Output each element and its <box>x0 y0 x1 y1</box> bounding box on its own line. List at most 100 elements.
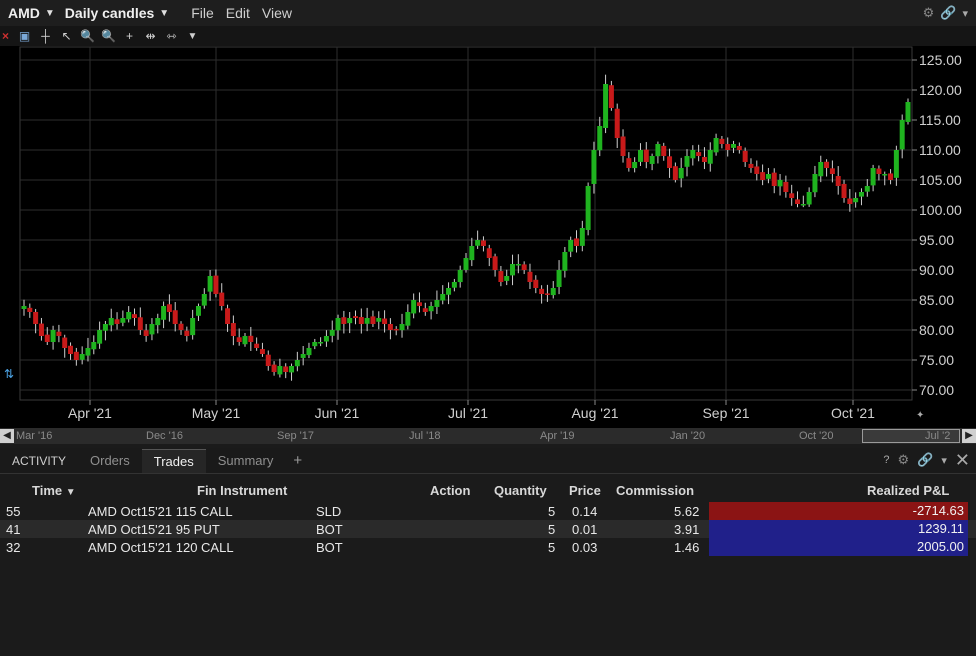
y-tick-label: 125.00 <box>919 52 962 68</box>
candle-down <box>230 323 236 336</box>
col-instrument[interactable]: Fin Instrument <box>197 483 287 498</box>
x-tick-label: Aug '21 <box>571 405 618 421</box>
candle-down <box>667 156 673 168</box>
link-icon[interactable]: 🔗 <box>940 5 956 21</box>
menu-file[interactable]: File <box>191 5 214 21</box>
dropdown-icon[interactable]: ▾ <box>941 454 947 467</box>
zoom-in-icon[interactable]: 🔍 <box>77 29 98 43</box>
options-icon[interactable]: ⇿ <box>161 29 182 43</box>
tab-activity[interactable]: ACTIVITY <box>0 449 78 473</box>
candle-up <box>905 102 911 122</box>
candle-down <box>370 316 376 324</box>
gear-icon[interactable]: ⚙ <box>898 452 910 468</box>
price-chart[interactable]: 125.00 120.00 115.00 110.00 105.00 100.00 95.0… <box>0 46 976 428</box>
candle-up <box>190 318 196 336</box>
tab-orders[interactable]: Orders <box>78 449 142 473</box>
candle-down <box>626 158 632 168</box>
chevron-down-icon[interactable]: ▼ <box>159 8 169 19</box>
x-tick-label: Jul '21 <box>448 405 488 421</box>
candle-down <box>172 310 178 324</box>
x-tick-label: Sep '21 <box>702 405 749 421</box>
candle-up <box>707 150 713 164</box>
candle-down <box>236 337 242 342</box>
candle-up <box>300 354 306 358</box>
candle-up <box>149 324 155 335</box>
symbol-selector[interactable]: AMD <box>8 5 40 21</box>
candle-down <box>533 279 539 288</box>
x-tick-label: May '21 <box>192 405 241 421</box>
text-icon[interactable]: ▣ <box>14 29 35 43</box>
table-row[interactable]: 32 AMD Oct15'21 120 CALL BOT 5 0.03 1.46… <box>0 538 976 556</box>
candle-down <box>387 323 393 330</box>
table-row[interactable]: 41 AMD Oct15'21 95 PUT BOT 5 0.01 3.91 1… <box>0 520 976 538</box>
menu-bar: AMD ▼ Daily candles ▼ File Edit View ⚙ 🔗… <box>0 0 976 26</box>
close-icon[interactable]: × <box>2 29 14 43</box>
col-action[interactable]: Action <box>430 483 470 498</box>
candle-down <box>725 144 731 150</box>
tab-trades[interactable]: Trades <box>141 449 206 473</box>
col-time[interactable]: Time ▼ <box>32 483 76 498</box>
col-commission[interactable]: Commission <box>616 483 694 498</box>
col-pnl[interactable]: Realized P&L <box>867 483 949 498</box>
zoom-out-icon[interactable]: 🔍 <box>98 29 119 43</box>
candle-down <box>527 271 533 282</box>
candle-up <box>632 162 638 169</box>
tab-summary[interactable]: Summary <box>206 449 286 473</box>
candle-down <box>574 238 579 246</box>
candle-down <box>643 149 649 162</box>
candle-down <box>829 168 835 174</box>
candle-down <box>492 256 498 270</box>
x-tick-label: Oct '21 <box>831 405 875 421</box>
candle-up <box>765 174 771 179</box>
scroll-left-icon[interactable]: ◀ <box>0 429 14 443</box>
candle-down <box>132 314 137 318</box>
candle-up <box>201 294 207 306</box>
candle-up <box>335 318 341 331</box>
candle-down <box>68 345 74 354</box>
candle-up <box>550 288 556 296</box>
candle-up <box>434 300 440 307</box>
candle-down <box>27 307 33 312</box>
candle-down <box>225 308 231 324</box>
candle-up <box>649 156 655 164</box>
col-price[interactable]: Price <box>569 483 601 498</box>
bar-chart-icon[interactable]: ┼ <box>35 29 56 43</box>
candle-down <box>114 319 120 324</box>
cell-action: BOT <box>316 540 343 555</box>
split-icon[interactable]: ⇹ <box>140 29 161 43</box>
timeline-scrollbar[interactable]: ◀ Mar '16 Dec '16 Sep '17 Jul '18 Apr '1… <box>0 428 976 444</box>
candle-down <box>166 304 172 312</box>
panel-tabs: ACTIVITY Orders Trades Summary + ? ⚙ 🔗 ▾… <box>0 448 976 474</box>
candle-up <box>812 174 818 193</box>
crosshair-icon[interactable]: + <box>119 29 140 43</box>
col-quantity[interactable]: Quantity <box>494 483 547 498</box>
candle-down <box>760 172 766 180</box>
menu-edit[interactable]: Edit <box>226 5 250 21</box>
scroll-right-icon[interactable]: ▶ <box>962 429 976 443</box>
add-tab-button[interactable]: + <box>285 449 310 473</box>
table-row[interactable]: 55 AMD Oct15'21 115 CALL SLD 5 0.14 5.62… <box>0 502 976 520</box>
candle-down <box>620 136 626 156</box>
dropdown-icon[interactable]: ▾ <box>962 7 968 20</box>
link-icon[interactable]: 🔗 <box>917 452 933 468</box>
close-icon[interactable]: ✕ <box>955 451 970 469</box>
menu-view[interactable]: View <box>262 5 292 21</box>
y-tick-label: 70.00 <box>919 382 954 398</box>
gear-icon[interactable]: ⚙ <box>923 5 935 21</box>
dropdown-icon[interactable]: ▼ <box>182 31 203 42</box>
expand-icon[interactable]: ⇅ <box>4 367 14 381</box>
candle-down <box>219 292 225 306</box>
pointer-icon[interactable]: ↖ <box>56 29 77 43</box>
candle-up <box>364 318 370 324</box>
candle-down <box>248 335 254 342</box>
candle-up <box>899 120 905 150</box>
candle-up <box>294 360 300 367</box>
cell-action: SLD <box>316 504 342 519</box>
chevron-down-icon[interactable]: ▼ <box>45 8 55 19</box>
candle-down <box>841 183 847 198</box>
timeframe-selector[interactable]: Daily candles <box>65 5 155 21</box>
candle-down <box>480 240 486 246</box>
candle-down <box>795 199 800 204</box>
help-icon[interactable]: ? <box>883 454 889 466</box>
candle-up <box>277 366 283 375</box>
